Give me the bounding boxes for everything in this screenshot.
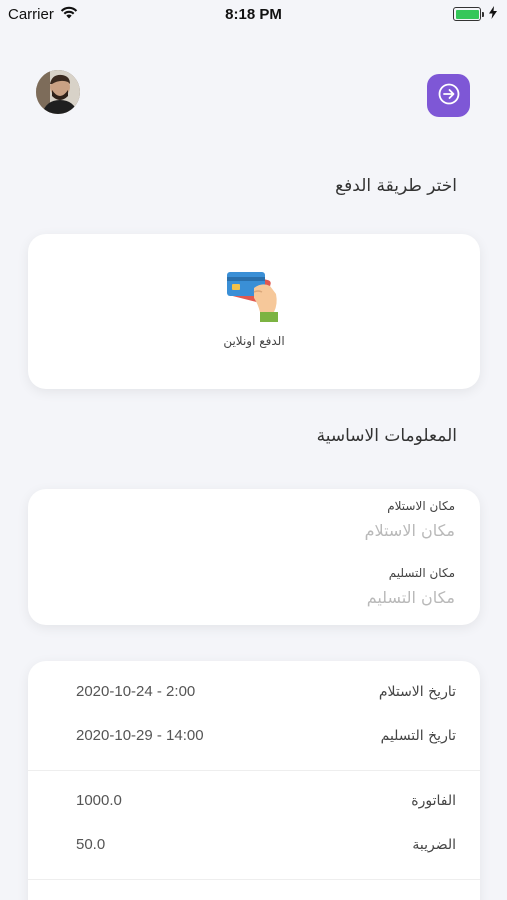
user-avatar[interactable] (36, 70, 80, 114)
next-button[interactable] (427, 74, 470, 117)
status-left: Carrier (8, 6, 78, 23)
status-bar: Carrier 8:18 PM (0, 0, 507, 28)
pickup-date-row: 2020-10-24 - 2:00 تاريخ الاستلام (76, 683, 456, 700)
delivery-input[interactable] (53, 588, 455, 607)
delivery-date-label: تاريخ التسليم (380, 727, 456, 744)
card-in-hand-icon (224, 272, 284, 328)
online-payment-label: الدفع اونلاين (223, 334, 285, 348)
tax-row: 50.0 الضريبة (76, 836, 456, 853)
wifi-icon (60, 6, 78, 23)
status-right (453, 5, 497, 23)
pickup-date-value: 2020-10-24 - 2:00 (76, 683, 196, 700)
pickup-label: مكان الاستلام (387, 499, 455, 513)
pickup-input[interactable] (53, 521, 455, 540)
payment-section-title: اختر طريقة الدفع (335, 176, 457, 196)
delivery-label: مكان التسليم (388, 566, 455, 580)
pickup-field: مكان الاستلام (53, 499, 455, 540)
payment-card: الدفع اونلاين (28, 234, 480, 389)
basic-info-section-title: المعلومات الاساسية (316, 426, 457, 446)
invoice-value: 1000.0 (76, 792, 122, 809)
arrow-right-icon (438, 83, 460, 109)
invoice-label: الفاتورة (411, 792, 456, 809)
invoice-row: 1000.0 الفاتورة (76, 792, 456, 809)
summary-divider (28, 770, 480, 771)
charging-bolt-icon (489, 5, 497, 23)
pickup-date-label: تاريخ الاستلام (378, 683, 456, 700)
summary-divider-bottom (28, 879, 480, 880)
delivery-date-row: 2020-10-29 - 14:00 تاريخ التسليم (76, 727, 456, 744)
basic-info-card: مكان الاستلام مكان التسليم (28, 489, 480, 625)
battery-icon (453, 7, 484, 21)
carrier-label: Carrier (8, 5, 54, 23)
order-summary-card: 2020-10-24 - 2:00 تاريخ الاستلام 2020-10… (28, 661, 480, 900)
delivery-field: مكان التسليم (53, 566, 455, 607)
tax-value: 50.0 (76, 836, 106, 853)
online-payment-option[interactable]: الدفع اونلاين (28, 264, 480, 348)
delivery-date-value: 2020-10-29 - 14:00 (76, 727, 204, 744)
tax-label: الضريبة (412, 836, 456, 853)
